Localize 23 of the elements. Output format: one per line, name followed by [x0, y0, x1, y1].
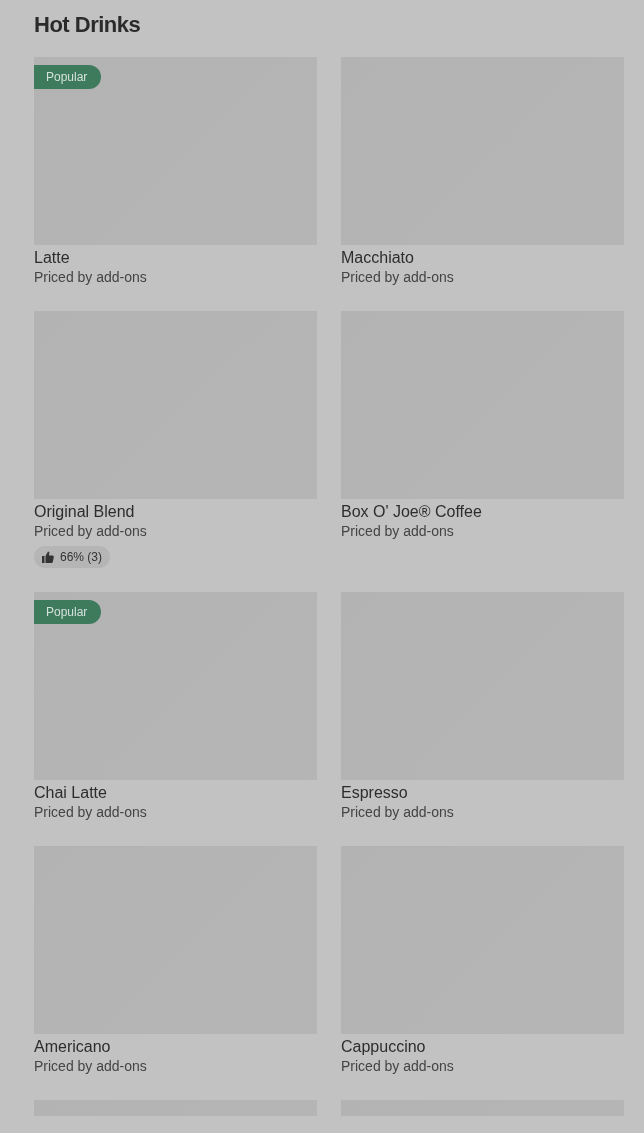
item-name[interactable]: Original Blend: [34, 499, 317, 521]
item-name[interactable]: Box O' Joe® Coffee: [341, 499, 624, 521]
item-name[interactable]: Americano: [34, 1034, 317, 1056]
image-placeholder[interactable]: Popular: [34, 57, 317, 245]
rating-text: 66% (3): [60, 550, 103, 564]
image-placeholder[interactable]: Popular: [34, 592, 317, 780]
thumbs-up-icon: [42, 551, 54, 563]
item-price: Priced by add-ons: [34, 803, 148, 822]
item-name[interactable]: Macchiato: [341, 245, 624, 267]
item-price: Priced by add-ons: [34, 268, 148, 287]
section-title: Hot Drinks: [34, 11, 142, 39]
item-price: Priced by add-ons: [34, 522, 148, 541]
popular-badge: Popular: [34, 600, 102, 624]
item-price: Priced by add-ons: [341, 803, 455, 822]
item-name[interactable]: Chai Latte: [34, 780, 317, 802]
item-name[interactable]: Cappuccino: [341, 1034, 624, 1056]
item-name[interactable]: Latte: [34, 245, 317, 267]
item-price: Priced by add-ons: [341, 1057, 455, 1076]
item-price: Priced by add-ons: [341, 268, 455, 287]
item-name[interactable]: Espresso: [341, 780, 624, 802]
item-price: Priced by add-ons: [34, 1057, 148, 1076]
item-price: Priced by add-ons: [341, 522, 455, 541]
popular-badge: Popular: [34, 65, 102, 89]
